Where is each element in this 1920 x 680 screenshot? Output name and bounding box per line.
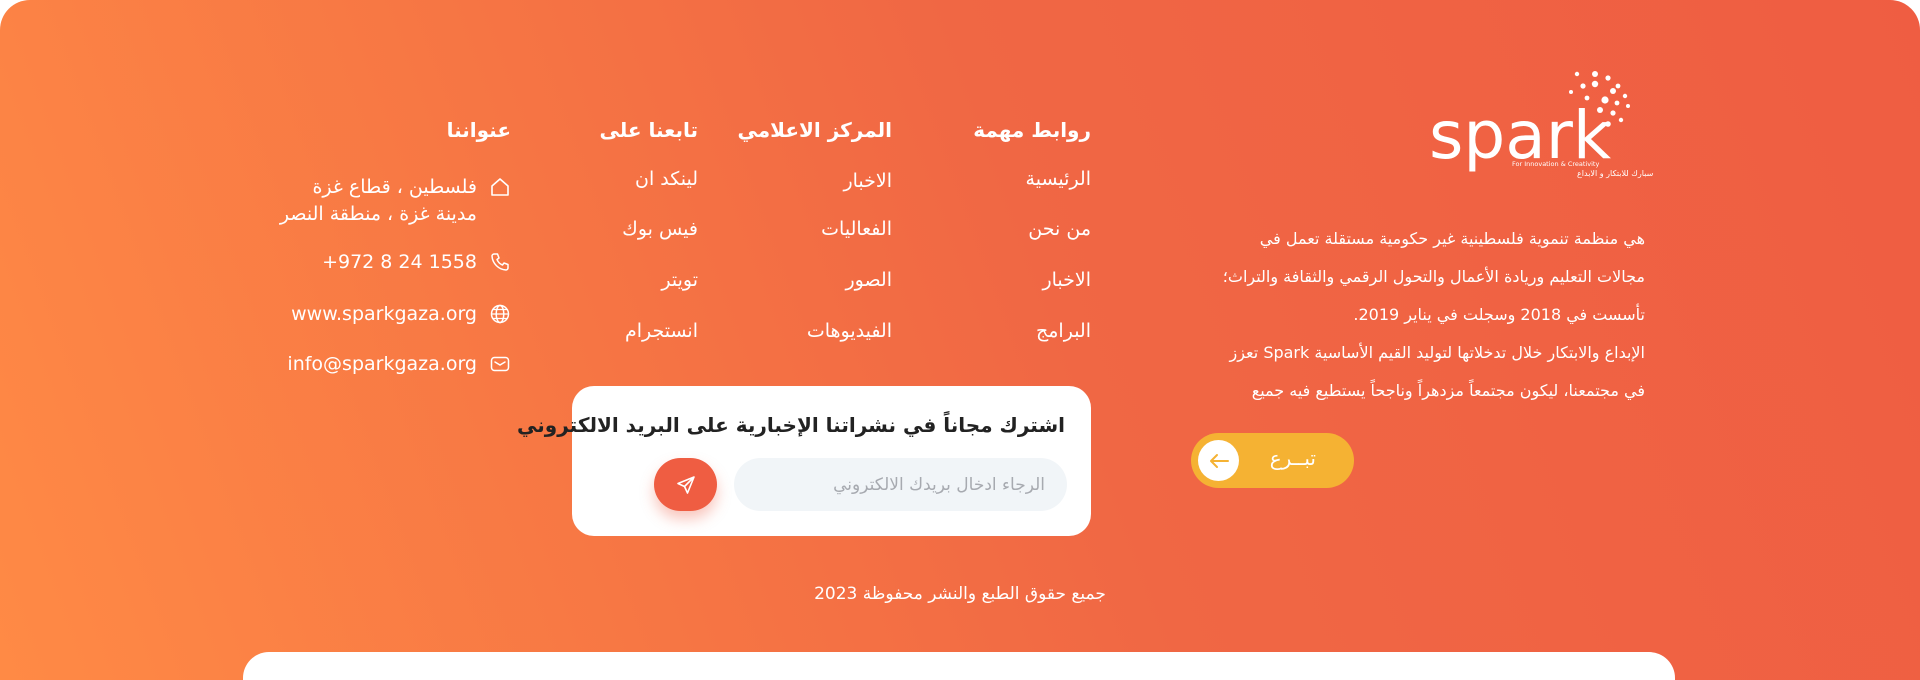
about-line: مجالات التعليم وريادة الأعمال والتحول ال… [1222,267,1645,286]
logo-tagline-ar: سبارك للابتكار و الابداع [1577,169,1654,178]
send-icon [675,474,697,496]
email-link: info@sparkgaza.org [287,353,477,375]
twitter-link[interactable]: تويتر [661,269,698,291]
footer-link-media-news[interactable]: الاخبار [843,170,892,192]
newsletter-email-input[interactable] [734,458,1067,511]
donate-button[interactable]: تبــرع [1191,433,1354,488]
globe-icon [489,303,511,325]
newsletter-title: اشترك مجاناً في نشراتنا الإخبارية على ال… [517,413,1065,437]
phone-number: +972 8 24 1558 [322,251,477,273]
footer-link-news[interactable]: الاخبار [1042,269,1091,291]
newsletter-send-button[interactable] [654,458,717,511]
about-text: هي منظمة تنموية فلسطينية غير حكومية مستق… [1185,220,1645,410]
phone-icon [489,251,511,273]
footer-link-events[interactable]: الفعاليات [821,218,892,240]
linkedin-link[interactable]: لينكد ان [635,168,698,190]
site-footer: spark For Innovation & Creativity سبارك … [0,0,1920,680]
about-line: تأسست في 2018 وسجلت في يناير 2019. [1353,305,1645,324]
spark-logo[interactable]: spark For Innovation & Creativity سبارك … [1425,58,1655,188]
contact-title: عنواننا [446,118,511,142]
copyright-text: جميع حقوق الطبع والنشر محفوظة 2023 [814,584,1106,604]
media-title: المركز الاعلامي [737,118,892,142]
donate-label: تبــرع [1269,446,1316,470]
about-line: هي منظمة تنموية فلسطينية غير حكومية مستق… [1259,229,1645,248]
footer-link-videos[interactable]: الفيديوهات [807,320,892,342]
footer-link-home[interactable]: الرئيسية [1026,168,1091,190]
follow-title: تابعنا على [599,118,698,142]
footer-link-photos[interactable]: الصور [845,269,892,291]
links-title: روابط مهمة [973,118,1091,142]
contact-website[interactable]: www.sparkgaza.org [291,303,511,325]
address-line-1: فلسطين ، قطاع غزة [312,176,477,198]
footer-link-about[interactable]: من نحن [1028,218,1091,240]
home-icon [489,176,511,198]
footer-link-programs[interactable]: البرامج [1036,320,1091,342]
spark-logo-mark: spark For Innovation & Creativity سبارك … [1429,71,1654,178]
bottom-bar [243,652,1675,680]
contact-phone[interactable]: +972 8 24 1558 [322,251,511,273]
about-line: في مجتمعنا، ليكون مجتمعاً مزدهراً وناجحا… [1251,381,1645,400]
contact-address: فلسطين ، قطاع غزة مدينة غزة ، منطقة النص… [280,174,511,228]
mail-icon [489,353,511,375]
website-link: www.sparkgaza.org [291,303,477,325]
arrow-left-icon [1198,440,1239,481]
address-line-2: مدينة غزة ، منطقة النصر [279,203,477,225]
contact-email[interactable]: info@sparkgaza.org [287,353,511,375]
about-line: الإبداع والابتكار خلال تدخلاتها لتوليد ا… [1229,343,1646,362]
newsletter-card: اشترك مجاناً في نشراتنا الإخبارية على ال… [517,386,1091,536]
facebook-link[interactable]: فيس بوك [622,218,698,240]
instagram-link[interactable]: انستجرام [625,320,698,342]
logo-tagline-en: For Innovation & Creativity [1512,160,1599,168]
